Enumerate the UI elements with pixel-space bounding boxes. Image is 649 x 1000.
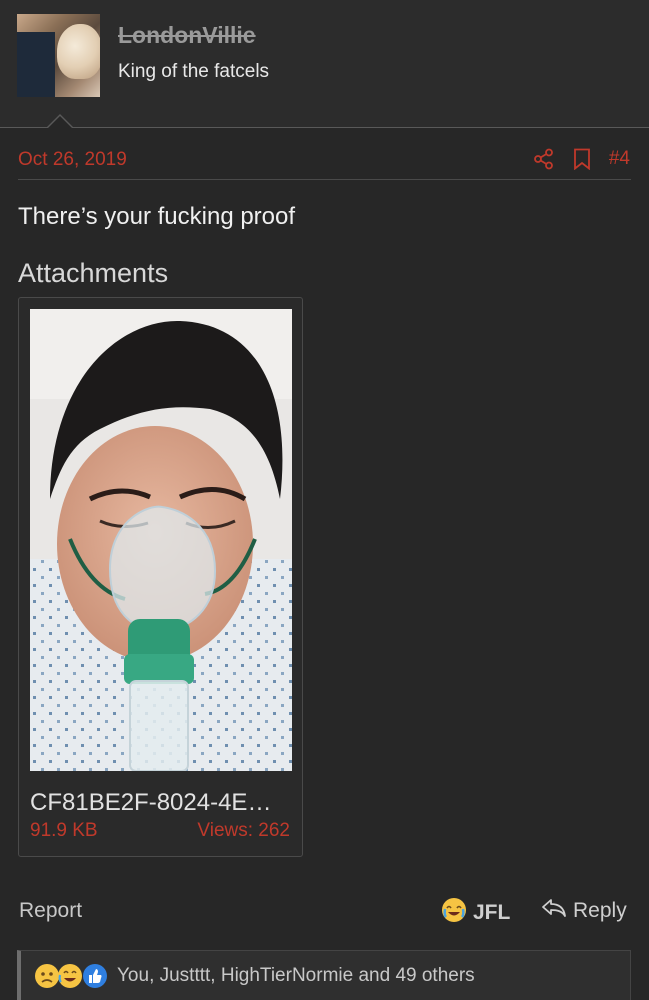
post-actions: #4 bbox=[533, 146, 630, 172]
jfl-label: JFL bbox=[473, 900, 511, 924]
jfl-reaction-button[interactable]: JFL bbox=[441, 897, 510, 928]
reply-button[interactable]: Reply bbox=[541, 897, 627, 924]
header-arrow-fill bbox=[47, 116, 73, 129]
header-divider bbox=[0, 127, 649, 128]
post-number[interactable]: #4 bbox=[609, 148, 630, 170]
report-link[interactable]: Report bbox=[19, 899, 82, 923]
bookmark-icon[interactable] bbox=[573, 148, 591, 170]
jfl-emoji-icon bbox=[441, 897, 467, 928]
post-body: There’s your fucking proof bbox=[18, 203, 296, 230]
reactions-summary[interactable]: You, Justttt, HighTierNormie and 49 othe… bbox=[17, 950, 631, 1000]
share-icon[interactable] bbox=[533, 148, 555, 170]
user-title: King of the fatcels bbox=[118, 61, 270, 82]
sad-emoji-icon bbox=[35, 964, 59, 988]
meta-divider bbox=[18, 179, 631, 180]
user-header: LondonVillie King of the fatcels bbox=[0, 0, 649, 128]
avatar-cat bbox=[57, 24, 100, 79]
attachment-views: Views: 262 bbox=[197, 820, 290, 841]
reaction-icons bbox=[33, 961, 113, 991]
attachments-heading: Attachments bbox=[18, 258, 169, 288]
cry-laugh-emoji-icon bbox=[58, 964, 82, 988]
attachment-thumbnail[interactable] bbox=[30, 309, 292, 771]
like-icon bbox=[83, 964, 107, 988]
forum-post: LondonVillie King of the fatcels Oct 26,… bbox=[0, 0, 649, 1000]
post-date[interactable]: Oct 26, 2019 bbox=[18, 149, 127, 171]
avatar-background bbox=[17, 32, 55, 97]
attachment-card[interactable]: CF81BE2F-8024-4E… 91.9 KB Views: 262 bbox=[18, 297, 303, 857]
username[interactable]: LondonVillie bbox=[118, 22, 256, 49]
reply-label: Reply bbox=[573, 898, 627, 922]
attachment-filename[interactable]: CF81BE2F-8024-4E… bbox=[30, 789, 271, 817]
avatar[interactable] bbox=[17, 14, 100, 97]
reply-icon bbox=[541, 897, 567, 924]
attachment-size: 91.9 KB bbox=[30, 820, 98, 841]
reactions-text[interactable]: You, Justttt, HighTierNormie and 49 othe… bbox=[117, 965, 475, 987]
